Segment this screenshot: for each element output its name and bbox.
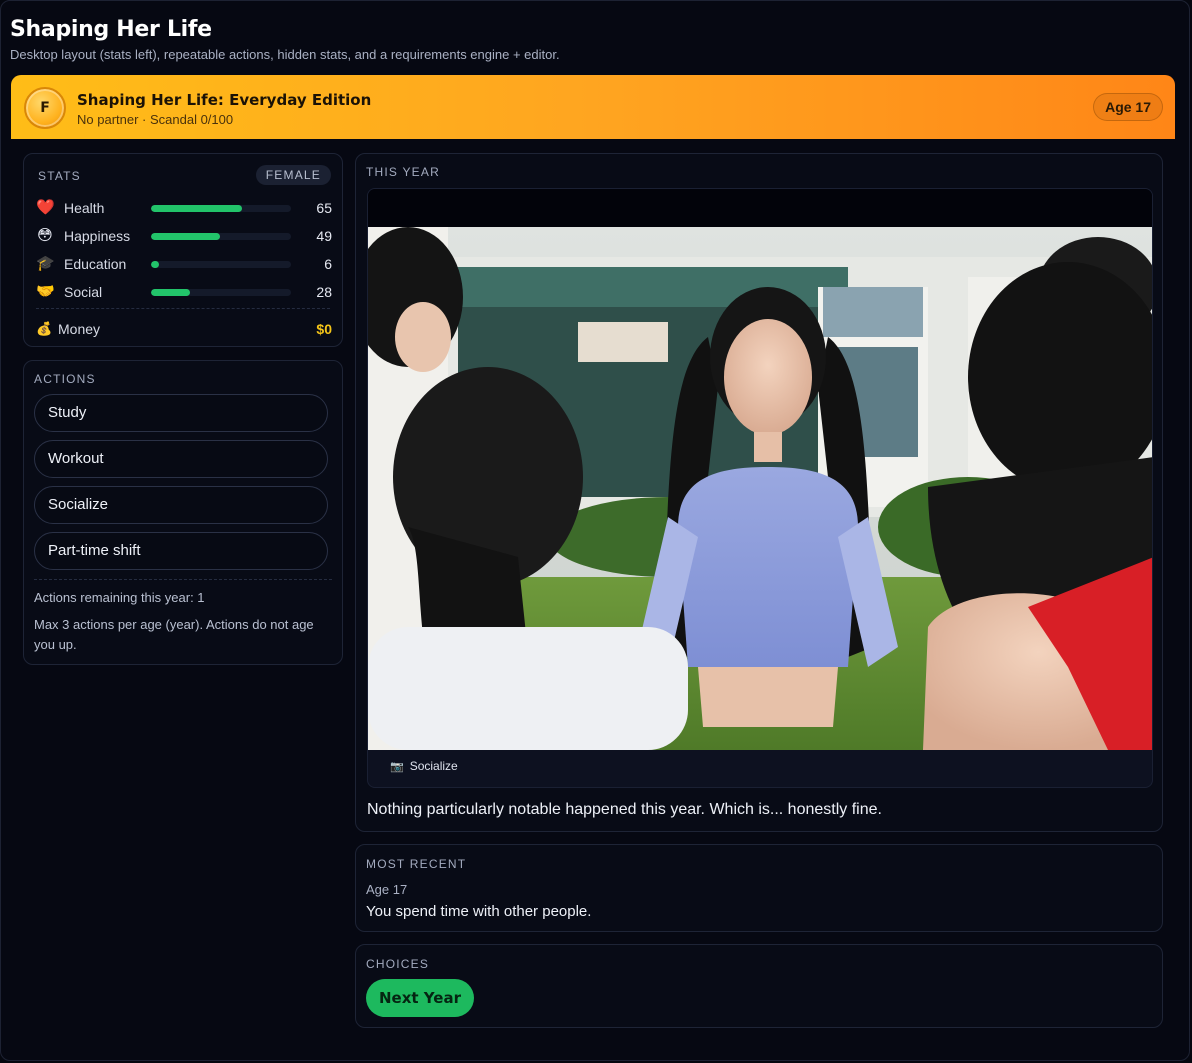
year-summary: Nothing particularly notable happened th… — [367, 801, 882, 818]
media-letterbox — [368, 189, 1152, 227]
recent-text: You spend time with other people. — [366, 903, 592, 920]
stats-divider — [36, 308, 330, 309]
app-title: Shaping Her Life — [10, 17, 212, 42]
stat-value: 6 — [324, 256, 332, 272]
money-row: 💰 Money $0 — [36, 319, 332, 339]
stat-value: 65 — [316, 200, 332, 216]
stats-heading: STATS — [38, 169, 81, 183]
choices-heading: CHOICES — [366, 957, 430, 971]
graduation-cap-icon: 🎓 — [36, 255, 55, 272]
stat-bar — [151, 289, 291, 296]
stat-row-social: 🤝 Social 28 — [36, 282, 332, 302]
stat-row-health: ❤️ Health 65 — [36, 198, 332, 218]
stat-bar-fill — [151, 289, 191, 296]
actions-divider — [34, 579, 332, 580]
camera-icon: 📷 — [390, 761, 404, 773]
stat-bar — [151, 233, 291, 240]
money-value: $0 — [316, 321, 332, 337]
stat-bar-fill — [151, 233, 220, 240]
banner-title: Shaping Her Life: Everyday Edition — [77, 91, 372, 109]
this-year-panel: THIS YEAR 📷 Socialize Nothing particular… — [355, 153, 1163, 832]
study-button[interactable]: Study — [34, 394, 328, 432]
most-recent-heading: MOST RECENT — [366, 857, 467, 871]
choices-panel: CHOICES Next Year — [355, 944, 1163, 1028]
part-time-shift-button[interactable]: Part-time shift — [34, 532, 328, 570]
stat-bar — [151, 261, 291, 268]
game-banner: F Shaping Her Life: Everyday Edition No … — [11, 75, 1175, 139]
stat-value: 28 — [316, 284, 332, 300]
event-photo — [368, 227, 1152, 750]
actions-panel: ACTIONS Study Workout Socialize Part-tim… — [23, 360, 343, 665]
stat-label: Education — [64, 256, 127, 272]
banner-subtitle: No partner · Scandal 0/100 — [77, 112, 234, 127]
stat-label: Health — [64, 200, 105, 216]
stat-row-education: 🎓 Education 6 — [36, 254, 332, 274]
smiley-icon: 😳 — [37, 227, 53, 244]
age-badge: Age 17 — [1093, 93, 1163, 121]
stats-panel: STATS FEMALE ❤️ Health 65 😳 Happiness 49 🎓 Educ… — [23, 153, 343, 347]
recent-age: Age 17 — [366, 882, 408, 897]
app-subtitle: Desktop layout (stats left), repeatable … — [10, 47, 560, 62]
heart-icon: ❤️ — [36, 199, 55, 216]
stat-bar-fill — [151, 261, 160, 268]
socialize-button[interactable]: Socialize — [34, 486, 328, 524]
app-window: Shaping Her Life Desktop layout (stats l… — [0, 0, 1190, 1061]
media-caption-text: Socialize — [409, 759, 458, 773]
money-label: Money — [58, 321, 101, 337]
stat-row-happiness: 😳 Happiness 49 — [36, 226, 332, 246]
money-bag-icon: 💰 — [36, 321, 53, 336]
this-year-heading: THIS YEAR — [366, 165, 440, 179]
actions-heading: ACTIONS — [34, 372, 96, 386]
media-caption: 📷 Socialize — [390, 759, 458, 773]
avatar: F — [24, 87, 66, 129]
workout-button[interactable]: Workout — [34, 440, 328, 478]
actions-remaining: Actions remaining this year: 1 — [34, 590, 205, 605]
gender-badge: FEMALE — [255, 165, 331, 185]
stat-value: 49 — [316, 228, 332, 244]
stat-label: Social — [64, 284, 103, 300]
actions-note: Max 3 actions per age (year). Actions do… — [34, 617, 314, 652]
event-media-card: 📷 Socialize — [367, 188, 1153, 788]
handshake-icon: 🤝 — [36, 283, 55, 300]
stat-bar — [151, 205, 291, 212]
stat-bar-fill — [151, 205, 242, 212]
stat-label: Happiness — [64, 228, 131, 244]
next-year-button[interactable]: Next Year — [366, 979, 474, 1017]
most-recent-panel: MOST RECENT Age 17 You spend time with o… — [355, 844, 1163, 932]
